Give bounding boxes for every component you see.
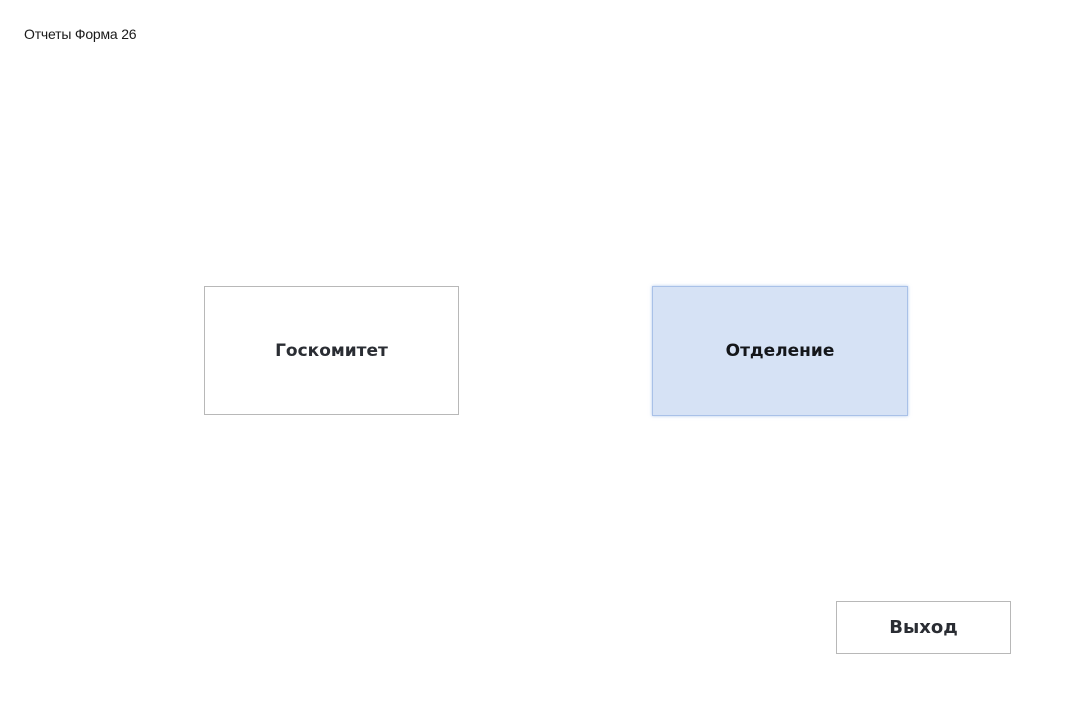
goskomitet-button[interactable]: Госкомитет: [204, 286, 459, 415]
report-form-window: Отчеты Форма 26 Госкомитет Отделение Вых…: [0, 0, 1080, 720]
exit-button[interactable]: Выход: [836, 601, 1011, 654]
window-title: Отчеты Форма 26: [24, 26, 137, 42]
goskomitet-button-label: Госкомитет: [275, 340, 388, 361]
otdelenie-button[interactable]: Отделение: [652, 286, 908, 416]
exit-button-label: Выход: [889, 617, 958, 638]
otdelenie-button-label: Отделение: [725, 341, 835, 361]
